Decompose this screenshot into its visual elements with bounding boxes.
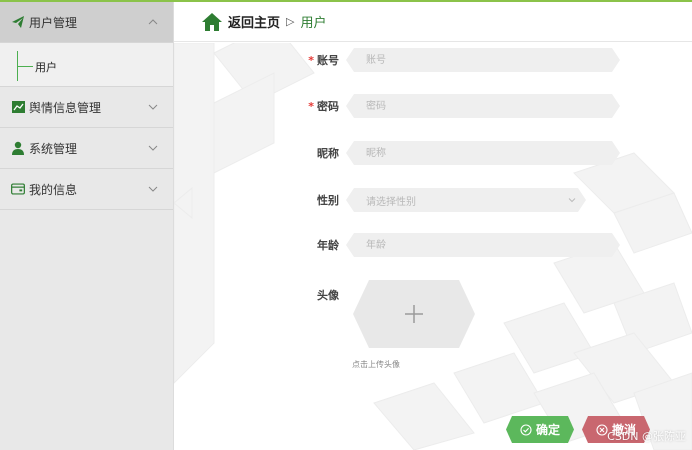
nickname-label: 昵称 <box>317 147 339 160</box>
account-label: * 账号 <box>308 54 339 67</box>
account-input[interactable] <box>346 48 620 72</box>
check-circle-icon <box>520 424 532 436</box>
sidebar: 用户管理 用户 舆情信息管理 系统管理 我的信息 <box>0 2 174 450</box>
gender-select-value: 请选择性别 <box>346 188 586 212</box>
sidebar-item-system-management[interactable]: 系统管理 <box>0 128 173 169</box>
paper-plane-icon <box>11 15 25 29</box>
user-icon <box>11 141 25 155</box>
sidebar-item-label: 用户管理 <box>29 15 78 30</box>
sidebar-item-label: 我的信息 <box>29 182 78 197</box>
nickname-row: 昵称 <box>174 141 620 165</box>
account-row: * 账号 <box>174 48 620 72</box>
required-mark: * <box>308 100 314 113</box>
confirm-button[interactable]: 确定 <box>506 416 574 443</box>
chevron-down-icon <box>141 186 165 192</box>
avatar-label: 头像 <box>317 289 339 302</box>
sidebar-item-label: 舆情信息管理 <box>29 100 102 115</box>
password-input[interactable] <box>346 94 620 118</box>
gender-label: 性别 <box>317 194 339 207</box>
tree-branch <box>17 66 33 67</box>
breadcrumb: 返回主页 ▷ 用户 <box>174 2 692 42</box>
avatar-upload[interactable] <box>353 280 475 348</box>
sidebar-item-label: 系统管理 <box>29 141 78 156</box>
age-input[interactable] <box>346 233 620 257</box>
age-row: 年龄 <box>174 233 620 257</box>
nickname-input[interactable] <box>346 141 620 165</box>
chevron-down-icon <box>568 198 576 203</box>
home-link[interactable]: 返回主页 <box>228 12 280 31</box>
plus-icon <box>404 304 424 324</box>
breadcrumb-separator: ▷ <box>286 15 295 28</box>
home-icon[interactable] <box>202 12 222 31</box>
watermark: CSDN @张陈亚 <box>607 430 686 443</box>
chevron-up-icon <box>141 19 165 25</box>
sidebar-subitem-user[interactable]: 用户 <box>35 59 57 75</box>
chevron-down-icon <box>141 104 165 110</box>
gender-select[interactable]: 请选择性别 <box>346 188 586 212</box>
main-content: *账号 *密码 昵称 性别 请选择性别 年龄 头像 点击上传头像 确定 <box>174 43 692 450</box>
age-label: 年龄 <box>317 239 339 252</box>
sidebar-item-user-management[interactable]: 用户管理 <box>0 2 173 43</box>
card-icon <box>11 182 25 196</box>
gender-row: 性别 请选择性别 <box>174 188 586 212</box>
avatar-row: 头像 <box>174 283 346 307</box>
breadcrumb-current: 用户 <box>300 16 327 31</box>
chart-line-icon <box>11 100 25 114</box>
submenu-user-management: 用户 <box>0 43 173 87</box>
confirm-button-label: 确定 <box>535 423 560 437</box>
chevron-down-icon <box>141 145 165 151</box>
password-label: * 密码 <box>308 100 339 113</box>
avatar-upload-hint: 点击上传头像 <box>352 360 400 369</box>
password-row: * 密码 <box>174 94 620 118</box>
required-mark: * <box>308 54 314 67</box>
sidebar-item-my-info[interactable]: 我的信息 <box>0 169 173 210</box>
sidebar-item-sentiment-management[interactable]: 舆情信息管理 <box>0 87 173 128</box>
